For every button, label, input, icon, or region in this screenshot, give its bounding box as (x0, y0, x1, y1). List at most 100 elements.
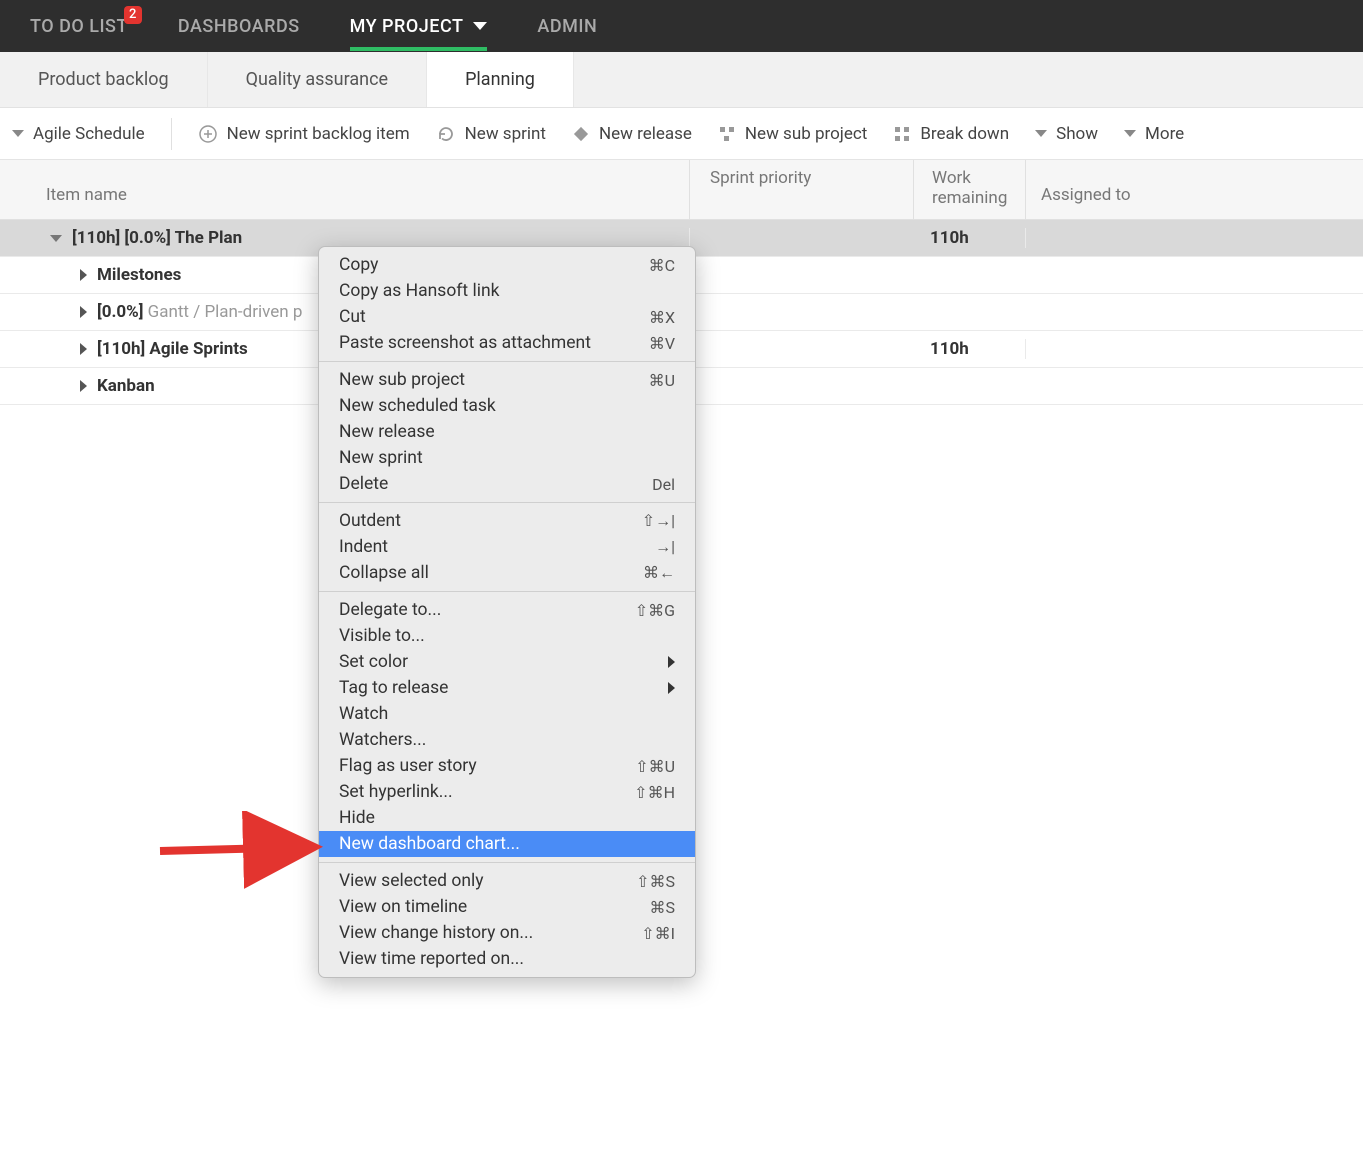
menu-item-watch[interactable]: Watch (319, 701, 695, 727)
menu-item-label: View selected only (339, 871, 484, 891)
menu-separator (319, 361, 695, 362)
submenu-arrow-icon (668, 656, 675, 668)
menu-item-delete[interactable]: Delete Del (319, 471, 695, 497)
menu-separator (319, 591, 695, 592)
menu-item-outdent[interactable]: Outdent⇧→| (319, 508, 695, 534)
menu-item-new-sub-project[interactable]: New sub project ⌘U (319, 367, 695, 393)
menu-item-label: New dashboard chart... (339, 834, 520, 854)
row-name-text: Kanban (97, 376, 155, 396)
menu-item-shortcut: ⇧⌘I (641, 924, 675, 943)
diamond-icon (572, 125, 590, 143)
menu-item-shortcut: ⌘V (649, 334, 675, 353)
separator (171, 118, 172, 150)
nav-admin[interactable]: ADMIN (537, 16, 597, 37)
chevron-down-icon (12, 130, 24, 137)
menu-item-visible-to[interactable]: Visible to... (319, 623, 695, 649)
expand-down-icon[interactable] (50, 235, 62, 242)
menu-item-shortcut: ⌘U (649, 371, 675, 390)
chevron-down-icon (473, 22, 487, 30)
menu-item-shortcut: ⇧⌘G (635, 601, 675, 620)
nav-admin-label: ADMIN (537, 16, 597, 37)
menu-item-label: View change history on... (339, 923, 533, 943)
menu-item-new-sprint[interactable]: New sprint (319, 445, 695, 471)
menu-item-watchers[interactable]: Watchers... (319, 727, 695, 753)
menu-item-paste-screenshot-as-attachment[interactable]: Paste screenshot as attachment⌘V (319, 330, 695, 356)
toolbar-new-sprint-backlog-item[interactable]: New sprint backlog item (198, 124, 410, 144)
column-item-name[interactable]: Item name (0, 160, 690, 219)
tab-quality-assurance[interactable]: Quality assurance (208, 52, 427, 107)
menu-item-label: View time reported on... (339, 949, 524, 969)
tab-product-backlog-label: Product backlog (38, 69, 169, 90)
menu-item-cut[interactable]: Cut⌘X (319, 304, 695, 330)
top-navigation: TO DO LIST 2 DASHBOARDS MY PROJECT ADMIN (0, 0, 1363, 52)
toolbar-show-label: Show (1056, 124, 1098, 144)
menu-item-collapse-all[interactable]: Collapse all ⌘← (319, 560, 695, 586)
toolbar-show[interactable]: Show (1035, 124, 1098, 144)
menu-item-shortcut: →| (655, 537, 675, 557)
grid-icon (893, 125, 911, 143)
toolbar-break-down[interactable]: Break down (893, 124, 1009, 144)
menu-item-shortcut: ⌘← (643, 563, 675, 583)
menu-item-hide[interactable]: Hide (319, 805, 695, 831)
menu-item-label: View on timeline (339, 897, 467, 917)
menu-item-shortcut: ⌘X (649, 308, 675, 327)
toolbar-new-sprint-label: New sprint (465, 124, 546, 144)
cell-work-remaining: 110h (914, 339, 1026, 359)
project-tabs: Product backlog Quality assurance Planni… (0, 52, 1363, 108)
submenu-arrow-icon (668, 682, 675, 694)
menu-item-view-change-history-on[interactable]: View change history on... ⇧⌘I (319, 920, 695, 946)
row-name-text: [110h] [0.0%] The Plan (72, 228, 242, 248)
menu-item-shortcut: ⇧⌘S (636, 872, 675, 891)
column-assigned-to[interactable]: Assigned to (1026, 160, 1363, 219)
toolbar-more[interactable]: More (1124, 124, 1184, 144)
expand-right-icon[interactable] (80, 306, 87, 318)
toolbar-new-release[interactable]: New release (572, 124, 692, 144)
toolbar-agile-schedule[interactable]: Agile Schedule (12, 124, 145, 144)
column-work-remaining[interactable]: Work remaining (914, 160, 1026, 219)
menu-item-new-release[interactable]: New release (319, 419, 695, 445)
annotation-arrow (155, 811, 335, 891)
menu-item-view-time-reported-on[interactable]: View time reported on... (319, 946, 695, 972)
menu-item-tag-to-release[interactable]: Tag to release (319, 675, 695, 701)
menu-item-flag-as-user-story[interactable]: Flag as user story⇧⌘U (319, 753, 695, 779)
plus-circle-icon (198, 124, 218, 144)
row-name-text: [0.0%] Gantt / Plan-driven p (97, 302, 302, 322)
toolbar-new-sub-project[interactable]: New sub project (718, 124, 867, 144)
menu-item-new-dashboard-chart[interactable]: New dashboard chart... (319, 831, 695, 857)
tab-planning-label: Planning (465, 69, 535, 90)
tab-planning[interactable]: Planning (427, 52, 574, 107)
tab-qa-label: Quality assurance (246, 69, 388, 90)
chevron-down-icon (1035, 130, 1047, 137)
menu-item-copy[interactable]: Copy⌘C (319, 252, 695, 278)
menu-item-label: Delete (339, 474, 388, 494)
nav-dashboards[interactable]: DASHBOARDS (178, 16, 300, 37)
toolbar-agile-schedule-label: Agile Schedule (33, 124, 145, 144)
menu-item-label: Tag to release (339, 678, 448, 698)
menu-item-indent[interactable]: Indent→| (319, 534, 695, 560)
menu-item-shortcut: Del (652, 475, 675, 494)
menu-item-copy-as-hansoft-link[interactable]: Copy as Hansoft link (319, 278, 695, 304)
menu-item-view-on-timeline[interactable]: View on timeline⌘S (319, 894, 695, 920)
nav-myproject[interactable]: MY PROJECT (350, 16, 488, 37)
nav-myproject-label: MY PROJECT (350, 16, 464, 37)
menu-item-label: Delegate to... (339, 600, 441, 620)
menu-item-view-selected-only[interactable]: View selected only ⇧⌘S (319, 868, 695, 894)
tab-product-backlog[interactable]: Product backlog (0, 52, 208, 107)
menu-item-label: Visible to... (339, 626, 425, 646)
expand-right-icon[interactable] (80, 380, 87, 392)
nav-todo[interactable]: TO DO LIST 2 (30, 16, 128, 37)
expand-right-icon[interactable] (80, 269, 87, 281)
menu-item-delegate-to[interactable]: Delegate to... ⇧⌘G (319, 597, 695, 623)
menu-item-set-color[interactable]: Set color (319, 649, 695, 675)
expand-right-icon[interactable] (80, 343, 87, 355)
toolbar-new-release-label: New release (599, 124, 692, 144)
toolbar-new-sprint[interactable]: New sprint (436, 124, 546, 144)
menu-item-label: New sub project (339, 370, 465, 390)
menu-item-label: Collapse all (339, 563, 429, 583)
toolbar-new-sub-project-label: New sub project (745, 124, 867, 144)
menu-item-new-scheduled-task[interactable]: New scheduled task (319, 393, 695, 419)
nav-todo-label: TO DO LIST (30, 16, 128, 37)
column-sprint-priority[interactable]: Sprint priority (690, 160, 914, 219)
menu-item-set-hyperlink[interactable]: Set hyperlink...⇧⌘H (319, 779, 695, 805)
hierarchy-icon (718, 125, 736, 143)
